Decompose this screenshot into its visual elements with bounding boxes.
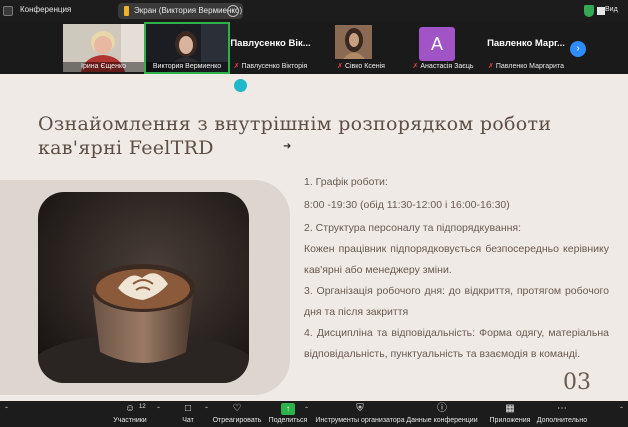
window-title-bar: Конференция Экран (Виктория Вермиенко) ·… [0, 0, 628, 22]
meeting-info-button[interactable]: ⓘ Данные конференции [404, 401, 480, 427]
coffee-photo [38, 192, 249, 383]
participant-name-row: ✗ Павленко Маргарита [484, 62, 568, 70]
chevron-right-icon: › [576, 43, 580, 54]
share-screen-icon: ↑ [281, 403, 295, 415]
view-grid-icon[interactable] [597, 7, 605, 15]
participant-tile[interactable]: Ірина Єщенко [63, 24, 144, 72]
participant-count-badge: 12 [139, 404, 146, 410]
host-tools-button[interactable]: ⛨ Инструменты организатора [315, 401, 405, 427]
next-page-button[interactable]: › [570, 41, 586, 57]
slide-text-line: 1. Графік роботи: [304, 176, 388, 188]
participant-name-row: ✗ Сівко Ксенія [321, 62, 401, 72]
share-screen-button[interactable]: ↑ Поделиться [253, 401, 323, 427]
mic-muted-icon: ✗ [412, 63, 419, 70]
slide-page-number: 03 [563, 370, 591, 395]
slide-text-line: 4. Дисципліна та відповідальність: Форма… [304, 327, 609, 360]
slide-text-line: 8:00 -19:30 (обід 11:30-12:00 і 16:00-16… [304, 199, 510, 211]
participant-name: Павлусенко Вікторія [241, 63, 308, 70]
share-screen-label: Поделиться [268, 417, 308, 424]
participant-display-name: Павленко Марг... [487, 38, 565, 49]
shared-screen-slide: Ознайомлення з внутрішнім розпорядком ро… [0, 74, 628, 401]
shield-icon: ⛨ [356, 403, 364, 414]
participant-tile[interactable]: A ✗ Анастасія Заєць [403, 24, 483, 72]
screen-share-label: Экран (Виктория Вермиенко) [134, 6, 243, 15]
security-shield-icon[interactable] [584, 5, 594, 17]
slide-text-line: 2. Структура персоналу та підпорядкуванн… [304, 222, 522, 234]
slide-body-text: 1. Графік роботи: 8:00 -19:30 (обід 11:3… [304, 172, 609, 365]
participant-name: Павленко Маргарита [495, 63, 564, 70]
slide-text-line: Кожен працівник підпорядковується безпос… [304, 243, 609, 276]
participant-tile[interactable]: Павлусенко Вік... ✗ Павлусенко Вікторія [229, 24, 312, 72]
participant-name-row: ✗ Павлусенко Вікторія [229, 62, 312, 70]
more-dots-icon: ⋯ [557, 403, 567, 414]
participant-name: Ірина Єщенко [63, 62, 144, 72]
zoom-app-icon [3, 6, 13, 16]
slide-title: Ознайомлення з внутрішнім розпорядком ро… [38, 112, 558, 160]
slide-title-line: кав'ярні FeelTRD [38, 137, 214, 159]
participant-tile-active-speaker[interactable]: Виктория Вермиенко [144, 22, 230, 74]
slide-title-line: Ознайомлення з внутрішнім розпорядком ро… [38, 113, 552, 135]
coffee-cup-image [38, 192, 249, 383]
participant-display-name: Павлусенко Вік... [230, 38, 311, 49]
view-button[interactable]: Вид [605, 6, 618, 13]
participant-avatar: A [419, 27, 455, 61]
participant-tile[interactable]: ✗ Сівко Ксенія [321, 24, 401, 72]
participant-tile[interactable]: Павленко Марг... ✗ Павленко Маргарита [484, 24, 568, 72]
mouse-cursor-icon: ➜ [283, 141, 292, 152]
meeting-toolbar: ☺ 12 Участники ⌃ □ Чат ⌃ ♡ Отреагировать… [0, 401, 628, 427]
end-caret-icon[interactable]: ⌃ [619, 406, 624, 413]
presenter-indicator-dot [234, 79, 247, 92]
apps-icon: ▦ [505, 403, 515, 414]
screen-share-icon [124, 6, 129, 16]
mic-muted-icon: ✗ [233, 63, 240, 70]
share-caret-icon[interactable]: ⌃ [304, 406, 309, 413]
participants-icon: ☺ [124, 403, 136, 414]
audio-caret-icon[interactable]: ⌃ [4, 406, 9, 413]
heart-icon: ♡ [232, 403, 242, 414]
more-button[interactable]: ⋯ Дополнительно [533, 401, 591, 427]
meeting-info-label: Данные конференции [406, 417, 478, 424]
participant-strip: Ірина Єщенко Виктория Вермиенко Павлусен… [0, 22, 628, 74]
chat-icon: □ [184, 403, 192, 414]
mic-muted-icon: ✗ [337, 63, 343, 70]
slide-text-line: 3. Організація робочого дня: до відкритт… [304, 285, 609, 318]
participant-name-row: ✗ Анастасія Заєць [403, 62, 483, 72]
more-label: Дополнительно [536, 417, 588, 424]
more-options-button[interactable]: ··· [227, 5, 239, 17]
info-icon: ⓘ [437, 403, 447, 414]
host-tools-label: Инструменты организатора [315, 417, 405, 424]
participant-name: Анастасія Заєць [420, 63, 474, 70]
participant-name: Виктория Вермиенко [146, 62, 228, 72]
participant-name: Сівко Ксенія [344, 63, 385, 70]
window-title: Конференция [20, 5, 72, 14]
screen-share-indicator[interactable]: Экран (Виктория Вермиенко) ··· [118, 3, 243, 19]
mic-muted-icon: ✗ [488, 63, 494, 70]
